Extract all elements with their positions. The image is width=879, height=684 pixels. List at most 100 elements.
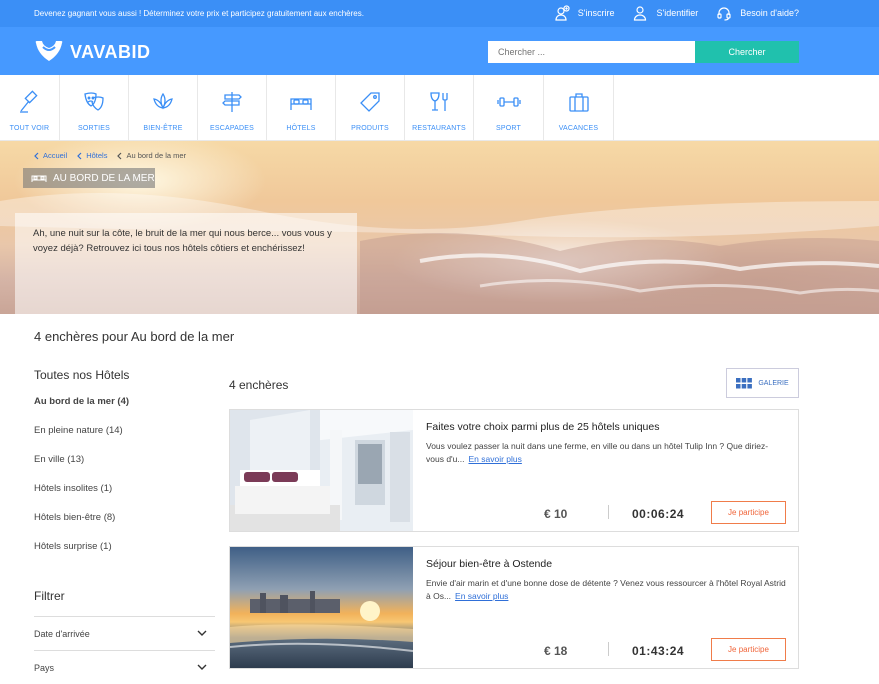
chevron-down-icon (197, 664, 207, 670)
filter-title: Filtrer (34, 589, 65, 603)
login-link[interactable]: S'identifier (632, 5, 698, 21)
sidebar: Toutes nos Hôtels Au bord de la mer (4) … (34, 368, 215, 570)
breadcrumb-current-label: Au bord de la mer (126, 151, 187, 160)
bed-icon (31, 175, 47, 182)
chevron-left-icon (77, 152, 82, 159)
user-plus-icon (555, 5, 570, 21)
user-icon (634, 6, 647, 21)
help-label: Besoin d'aide? (740, 8, 799, 18)
headset-icon (717, 7, 731, 21)
category-label: Produits (351, 125, 389, 132)
lotus-icon (153, 92, 173, 110)
category-nav: Tout voir Sorties Bien-être Escapades Hô… (0, 75, 879, 141)
logo-text: VAVABID (70, 41, 151, 62)
filter-arrival-date[interactable]: Date d'arrivée (34, 616, 215, 650)
promo-text: Devenez gagnant vous aussi ! Déterminez … (34, 9, 364, 18)
breadcrumb-home-label: Accueil (43, 151, 68, 160)
category-label: Escapades (209, 125, 255, 132)
help-link[interactable]: Besoin d'aide? (716, 5, 799, 21)
sidebar-item-hotels-insolites[interactable]: Hôtels insolites (1) (34, 483, 215, 512)
hero-category-tag: AU BORD DE LA MER (23, 168, 155, 188)
read-more-link[interactable]: En savoir plus (468, 454, 521, 464)
chevron-down-icon (197, 630, 207, 636)
category-label: Tout voir (9, 125, 50, 132)
glass-fork-icon (430, 92, 448, 111)
theater-masks-icon (84, 92, 104, 111)
category-restaurants[interactable]: Restaurants (405, 75, 474, 141)
breadcrumb-home[interactable]: Accueil (34, 151, 67, 160)
category-escapades[interactable]: Escapades (198, 75, 267, 141)
category-sorties[interactable]: Sorties (60, 75, 129, 141)
chevron-left-icon (117, 152, 122, 159)
site-header: VAVABID Chercher (0, 27, 879, 75)
card-description: Envie d'air marin et d'une bonne dose de… (426, 577, 786, 603)
card-countdown: 00:06:24 (632, 507, 685, 521)
filter-country[interactable]: Pays (34, 650, 215, 684)
vavabid-logo-icon (35, 41, 63, 61)
hotel-room-photo (230, 410, 413, 531)
gavel-icon (19, 90, 38, 113)
breadcrumb-hotels[interactable]: Hôtels (77, 151, 107, 160)
bed-icon (290, 98, 312, 110)
category-bien-etre[interactable]: Bien-être (129, 75, 198, 141)
participate-button[interactable]: Je participe (711, 501, 786, 524)
filter-label: Date d'arrivée (34, 629, 90, 639)
category-vacances[interactable]: Vacances (544, 75, 614, 141)
read-more-link[interactable]: En savoir plus (455, 591, 508, 601)
hero-description: Ah, une nuit sur la côte, le bruit de la… (15, 213, 357, 314)
auction-card[interactable]: Faites votre choix parmi plus de 25 hôte… (229, 409, 799, 532)
card-price: € 10 (544, 507, 568, 521)
card-countdown: 01:43:24 (632, 644, 685, 658)
hotel-room-image[interactable] (230, 410, 413, 531)
breadcrumb: Accueil Hôtels Au bord de la mer (34, 151, 186, 160)
ostend-beach-image[interactable] (230, 547, 413, 668)
category-produits[interactable]: Produits (336, 75, 405, 141)
card-price: € 18 (544, 644, 568, 658)
logo[interactable]: VAVABID (34, 40, 151, 64)
chevron-left-icon (34, 152, 39, 159)
sidebar-item-au-bord-de-la-mer[interactable]: Au bord de la mer (4) (34, 396, 215, 425)
suitcase-icon (568, 93, 589, 112)
signup-link[interactable]: S'inscrire (554, 5, 615, 21)
participate-button[interactable]: Je participe (711, 638, 786, 661)
gallery-label: GALERIE (758, 379, 789, 387)
card-description: Vous voulez passer la nuit dans une ferm… (426, 440, 786, 466)
category-label: Restaurants (412, 125, 466, 132)
hero-tag-label: AU BORD DE LA MER (53, 172, 155, 184)
category-hotels[interactable]: Hôtels (267, 75, 336, 141)
sidebar-title: Toutes nos Hôtels (34, 368, 130, 382)
category-label: Vacances (558, 125, 599, 132)
results-count: 4 enchères (229, 378, 289, 392)
hero-banner: Accueil Hôtels Au bord de la mer AU BORD… (0, 141, 879, 314)
card-title[interactable]: Séjour bien-être à Ostende (426, 558, 552, 570)
category-sport[interactable]: Sport (474, 75, 544, 141)
search-button[interactable]: Chercher (695, 41, 799, 63)
breadcrumb-current: Au bord de la mer (117, 151, 186, 160)
divider (608, 505, 609, 519)
sidebar-item-hotels-surprise[interactable]: Hôtels surprise (1) (34, 541, 215, 570)
sidebar-item-hotels-bien-etre[interactable]: Hôtels bien-être (8) (34, 512, 215, 541)
page-title: 4 enchères pour Au bord de la mer (34, 329, 235, 344)
sidebar-item-en-ville[interactable]: En ville (13) (34, 454, 215, 483)
sidebar-item-en-pleine-nature[interactable]: En pleine nature (14) (34, 425, 215, 454)
category-label: Bien-être (143, 125, 183, 132)
login-label: S'identifier (656, 8, 699, 18)
search-input[interactable] (488, 41, 695, 63)
signup-label: S'inscrire (577, 8, 615, 18)
tag-icon (360, 92, 380, 112)
top-bar: Devenez gagnant vous aussi ! Déterminez … (0, 0, 879, 27)
auction-card[interactable]: Séjour bien-être à Ostende Envie d'air m… (229, 546, 799, 669)
grid-icon (736, 377, 753, 388)
category-label: Sorties (77, 125, 110, 132)
sunset-beach-photo (230, 547, 413, 668)
category-label: Sport (496, 125, 521, 132)
category-label: Hôtels (286, 125, 316, 132)
account-links: S'inscrire S'identifier Besoin d'aide? (554, 5, 799, 21)
breadcrumb-hotels-label: Hôtels (86, 151, 108, 160)
signpost-icon (222, 92, 242, 112)
dumbbell-icon (496, 97, 521, 107)
gallery-view-button[interactable]: GALERIE (726, 368, 799, 398)
filter-label: Pays (34, 663, 55, 673)
category-tout-voir[interactable]: Tout voir (0, 75, 60, 141)
card-title[interactable]: Faites votre choix parmi plus de 25 hôte… (426, 421, 659, 433)
